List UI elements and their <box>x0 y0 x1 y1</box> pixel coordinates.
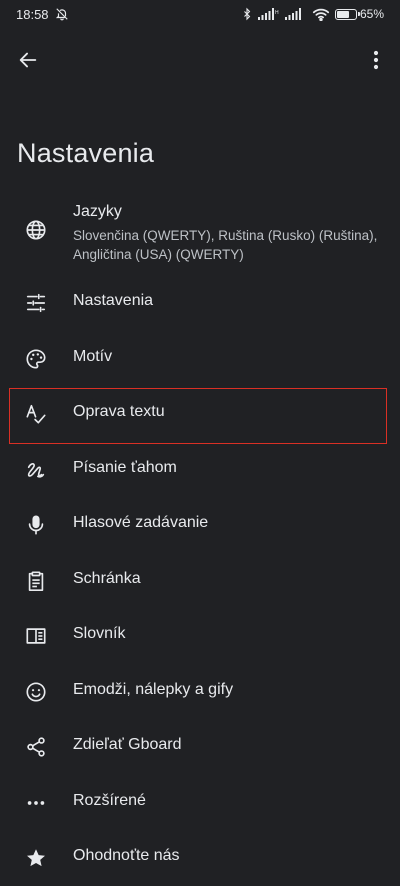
settings-item-label: Rozšírené <box>73 791 146 809</box>
settings-item-label: Zdieľať Gboard <box>73 736 182 753</box>
tune-icon <box>24 291 48 315</box>
signal-icon: H <box>257 8 280 20</box>
globe-icon <box>24 218 48 242</box>
clipboard-icon <box>24 569 48 593</box>
more-horiz-icon <box>24 791 48 815</box>
settings-item-label: Jazyky <box>73 203 122 220</box>
settings-item-rate-us[interactable]: Ohodnoťte nás <box>0 830 400 886</box>
more-options-button[interactable] <box>362 46 390 74</box>
spellcheck-icon <box>24 402 48 426</box>
settings-item-text: Slovník <box>73 625 380 643</box>
battery-body <box>334 8 360 20</box>
settings-item-text: Oprava textu <box>73 403 380 421</box>
back-button[interactable] <box>14 46 42 74</box>
status-bar: 18:58 H 65% <box>0 0 400 28</box>
emoji-icon <box>24 680 48 704</box>
share-icon <box>24 735 48 759</box>
settings-item-label: Písanie ťahom <box>73 458 177 476</box>
settings-item-dictionary[interactable]: Slovník <box>0 608 400 664</box>
settings-list: Jazyky Slovenčina (QWERTY), Ruština (Rus… <box>0 195 400 886</box>
settings-item-text: Jazyky Slovenčina (QWERTY), Ruština (Rus… <box>73 203 380 264</box>
settings-item-label: Hlasové zadávanie <box>73 514 209 531</box>
settings-item-subtitle: Slovenčina (QWERTY), Ruština (Rusko) (Ru… <box>73 228 378 262</box>
settings-item-text: Zdieľať Gboard <box>73 736 380 754</box>
gesture-icon <box>24 458 48 482</box>
settings-item-preferences[interactable]: Nastavenia <box>0 275 400 331</box>
arrow-back-icon <box>19 52 37 68</box>
status-right: H 65% <box>241 7 384 21</box>
settings-item-text: Hlasové zadávanie <box>73 514 380 532</box>
settings-item-text: Nastavenia <box>73 292 380 310</box>
settings-item-label: Schránka <box>73 569 141 587</box>
mic-icon <box>24 513 48 537</box>
page-title: Nastavenia <box>17 138 155 168</box>
settings-item-label: Motív <box>73 347 113 365</box>
settings-item-text: Motív <box>73 348 380 366</box>
settings-item-theme[interactable]: Motív <box>0 331 400 387</box>
settings-item-share-gboard[interactable]: Zdieľať Gboard <box>0 719 400 775</box>
settings-item-advanced[interactable]: Rozšírené <box>0 775 400 831</box>
settings-item-languages[interactable]: Jazyky Slovenčina (QWERTY), Ruština (Rus… <box>0 195 400 275</box>
wifi-icon <box>312 8 330 21</box>
status-left: 18:58 <box>16 7 69 22</box>
settings-item-text: Schránka <box>73 570 380 588</box>
settings-item-clipboard[interactable]: Schránka <box>0 553 400 609</box>
battery-tip <box>357 12 360 16</box>
status-time: 18:58 <box>16 6 49 22</box>
settings-item-label: Nastavenia <box>73 292 154 309</box>
svg-text:H: H <box>275 10 279 16</box>
bluetooth-icon <box>241 7 253 21</box>
settings-item-text: Rozšírené <box>73 792 380 810</box>
palette-icon <box>24 347 48 371</box>
settings-item-text: Ohodnoťte nás <box>73 847 380 865</box>
settings-item-text: Písanie ťahom <box>73 459 380 477</box>
more-vert-icon <box>373 50 379 70</box>
dictionary-icon <box>24 624 48 648</box>
app-bar <box>0 36 400 84</box>
battery-fill <box>336 10 349 18</box>
star-icon <box>24 846 48 870</box>
settings-item-label: Ohodnoťte nás <box>73 847 180 864</box>
settings-item-text-correction[interactable]: Oprava textu <box>0 386 400 442</box>
settings-item-glide-typing[interactable]: Písanie ťahom <box>0 442 400 498</box>
battery-icon: 65% <box>334 7 384 21</box>
settings-item-text: Emodži, nálepky a gify <box>73 681 380 699</box>
signal-icon <box>284 8 307 20</box>
settings-item-emoji-stickers-gifs[interactable]: Emodži, nálepky a gify <box>0 664 400 720</box>
battery-text: 65% <box>359 7 384 21</box>
settings-item-voice-typing[interactable]: Hlasové zadávanie <box>0 497 400 553</box>
settings-item-label: Oprava textu <box>73 403 165 420</box>
mute-notifications-icon <box>55 7 69 21</box>
settings-item-label: Slovník <box>73 625 126 642</box>
settings-item-label: Emodži, nálepky a gify <box>73 680 234 698</box>
